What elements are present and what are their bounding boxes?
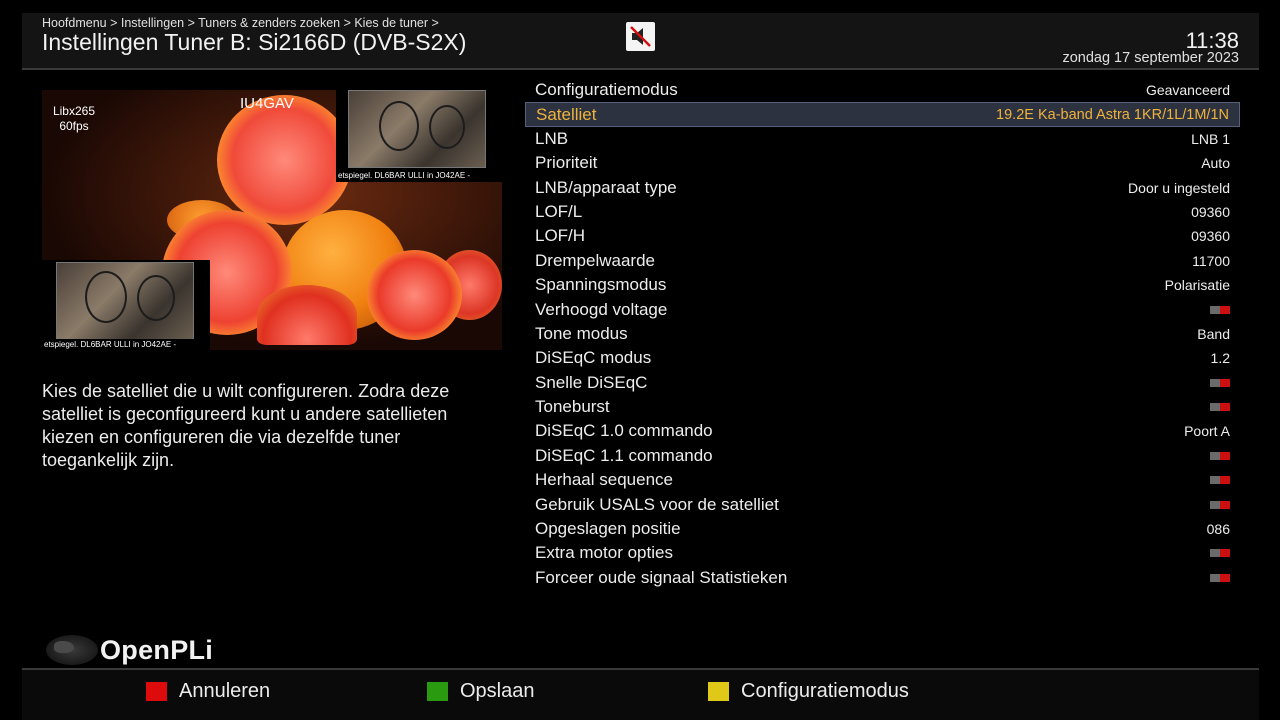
config-row-label: Spanningsmodus	[535, 275, 667, 295]
config-row-label: Verhoogd voltage	[535, 299, 668, 319]
globe-icon	[46, 635, 98, 665]
config-mode-label: Configuratiemodus	[741, 679, 909, 702]
save-button[interactable]: Opslaan	[427, 679, 535, 703]
config-row[interactable]: Snelle DiSEqC	[525, 371, 1240, 395]
save-label: Opslaan	[460, 679, 535, 702]
config-row-value: Door u ingesteld	[1128, 179, 1230, 196]
config-row-label: Gebruik USALS voor de satelliet	[535, 494, 779, 514]
config-row[interactable]: DiSEqC 1.1 commando	[525, 444, 1240, 468]
yellow-key-icon	[708, 681, 729, 701]
config-row[interactable]: Verhoogd voltage	[525, 298, 1240, 322]
header-bar: Hoofdmenu > Instellingen > Tuners & zend…	[22, 13, 1259, 70]
config-row[interactable]: LNB LNB 1	[525, 127, 1240, 151]
logo-text: OpenPLi	[100, 635, 214, 665]
camera-caption-bottom: etspiegel. DL6BAR ULLI in JO42AE -	[42, 339, 208, 350]
config-row[interactable]: Herhaal sequence	[525, 468, 1240, 492]
config-row-label: Herhaal sequence	[535, 470, 673, 490]
cable-graphic	[429, 105, 465, 149]
fruit-graphic	[257, 285, 357, 345]
camera-caption-top: etspiegel. DL6BAR ULLI in JO42AE -	[336, 170, 498, 181]
config-row-label: Drempelwaarde	[535, 250, 655, 270]
cable-graphic	[85, 271, 127, 323]
config-row[interactable]: DiSEqC modus 1.2	[525, 346, 1240, 370]
config-row-label: Satelliet	[536, 105, 597, 125]
config-row-label: LOF/H	[535, 226, 586, 246]
codec-name: Libx265	[52, 104, 96, 118]
fruit-graphic	[217, 95, 352, 225]
video-preview: etspiegel. DL6BAR ULLI in JO42AE - etspi…	[42, 90, 502, 350]
config-row-label: LNB	[535, 128, 569, 148]
footer-bar: Annuleren Opslaan Configuratiemodus	[22, 668, 1259, 720]
config-row-label: Configuratiemodus	[535, 80, 678, 99]
toggle-off-icon[interactable]	[1210, 305, 1230, 314]
config-row-value: Geavanceerd	[1145, 82, 1230, 98]
config-row-label: DiSEqC 1.0 commando	[535, 421, 713, 441]
callsign-overlay: IU4GAV	[240, 95, 294, 112]
config-row-label: Extra motor opties	[535, 543, 673, 563]
config-row[interactable]: LNB/apparaat type Door u ingesteld	[525, 176, 1240, 200]
config-row-value: Poort A	[1184, 423, 1230, 440]
config-row-value: 11700	[1192, 252, 1230, 269]
config-row[interactable]: Opgeslagen positie 086	[525, 517, 1240, 541]
config-row-value: 19.2E Ka-band Astra 1KR/1L/1M/1N	[996, 107, 1229, 124]
config-row[interactable]: Drempelwaarde 11700	[525, 249, 1240, 273]
config-row[interactable]: Toneburst	[525, 395, 1240, 419]
breadcrumb: Hoofdmenu > Instellingen > Tuners & zend…	[42, 16, 439, 30]
config-row-label: Snelle DiSEqC	[535, 372, 648, 392]
config-row[interactable]: Extra motor opties	[525, 541, 1240, 565]
green-key-icon	[427, 681, 448, 701]
config-row[interactable]: Configuratiemodus Geavanceerd	[525, 78, 1240, 102]
config-row[interactable]: Spanningsmodus Polarisatie	[525, 273, 1240, 297]
config-row[interactable]: Gebruik USALS voor de satelliet	[525, 493, 1240, 517]
config-row-label: Opgeslagen positie	[535, 519, 681, 539]
config-row[interactable]: Satelliet 19.2E Ka-band Astra 1KR/1L/1M/1…	[525, 102, 1240, 127]
config-row-value: 086	[1206, 521, 1230, 538]
help-text: Kies de satelliet die u wilt configurere…	[42, 381, 450, 470]
config-row-value: Polarisatie	[1164, 277, 1230, 294]
config-row-value: 09360	[1191, 203, 1230, 220]
config-row-label: LOF/L	[535, 201, 583, 221]
config-row-label: DiSEqC 1.1 commando	[535, 445, 713, 465]
toggle-off-icon[interactable]	[1210, 500, 1230, 509]
toggle-off-icon[interactable]	[1210, 549, 1230, 558]
camera-inset-bottom	[56, 262, 194, 340]
date: zondag 17 september 2023	[1062, 50, 1239, 66]
config-row-value: 09360	[1191, 228, 1230, 245]
config-row[interactable]: Forceer oude signaal Statistieken	[525, 566, 1240, 590]
fruit-graphic	[367, 250, 462, 340]
config-row-label: Tone modus	[535, 323, 628, 343]
cable-graphic	[379, 101, 419, 151]
page-title: Instellingen Tuner B: Si2166D (DVB-S2X)	[42, 29, 467, 55]
codec-overlay: Libx265 60fps	[46, 104, 102, 134]
codec-fps: 60fps	[59, 119, 89, 133]
config-list: Configuratiemodus Geavanceerd Satelliet 19.…	[525, 78, 1240, 590]
config-row-value: Auto	[1201, 155, 1230, 172]
config-row-label: Toneburst	[535, 397, 610, 417]
openpli-logo: OpenPLi	[44, 633, 234, 669]
config-row-value: Band	[1197, 325, 1230, 342]
cable-graphic	[137, 275, 175, 321]
speaker-muted-icon	[626, 22, 655, 51]
config-row[interactable]: Tone modus Band	[525, 322, 1240, 346]
toggle-off-icon[interactable]	[1210, 451, 1230, 460]
config-mode-button[interactable]: Configuratiemodus	[708, 679, 909, 703]
cancel-label: Annuleren	[179, 679, 271, 702]
config-row[interactable]: DiSEqC 1.0 commando Poort A	[525, 419, 1240, 443]
config-row[interactable]: LOF/H 09360	[525, 224, 1240, 248]
config-row[interactable]: Prioriteit Auto	[525, 151, 1240, 175]
config-row-label: LNB/apparaat type	[535, 177, 677, 197]
config-row-value: LNB 1	[1191, 130, 1230, 147]
config-row[interactable]: LOF/L 09360	[525, 200, 1240, 224]
toggle-off-icon[interactable]	[1210, 573, 1230, 582]
red-key-icon	[146, 681, 167, 701]
config-row-label: Forceer oude signaal Statistieken	[535, 567, 788, 587]
toggle-off-icon[interactable]	[1210, 403, 1230, 412]
config-row-label: DiSEqC modus	[535, 348, 652, 368]
config-row-value: 1.2	[1210, 350, 1230, 367]
config-row-label: Prioriteit	[535, 153, 598, 173]
toggle-off-icon[interactable]	[1210, 378, 1230, 387]
camera-inset-top	[348, 90, 486, 168]
cancel-button[interactable]: Annuleren	[146, 679, 270, 703]
toggle-off-icon[interactable]	[1210, 476, 1230, 485]
